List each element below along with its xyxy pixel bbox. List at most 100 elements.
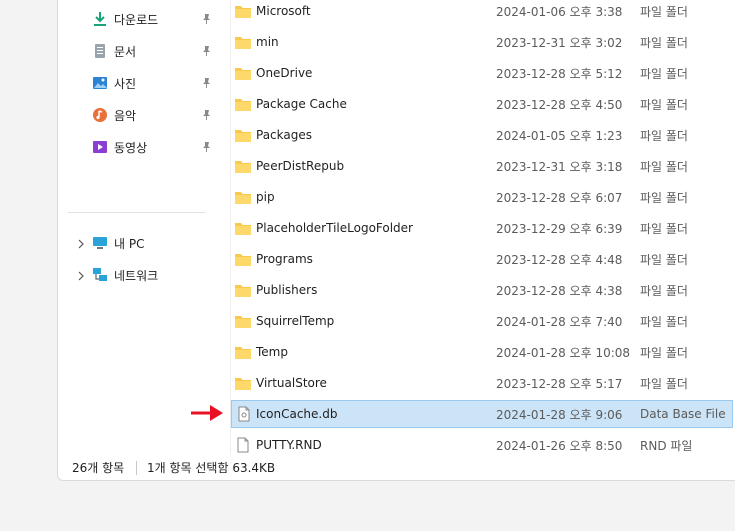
folder-icon (235, 129, 251, 142)
file-type: 파일 폴더 (640, 159, 688, 174)
sidebar-item-videos[interactable]: 동영상 (68, 135, 216, 159)
file-name: PlaceholderTileLogoFolder (256, 221, 413, 235)
file-type: 파일 폴더 (640, 190, 688, 205)
file-name: PUTTY.RND (256, 438, 322, 452)
table-row[interactable]: Microsoft 2024-01-06 오후 3:38 파일 폴더 (231, 0, 735, 25)
file-date: 2023-12-31 오후 3:18 (496, 159, 623, 174)
table-row-selected[interactable]: IconCache.db 2024-01-28 오후 9:06 Data Bas… (231, 400, 733, 428)
network-icon (92, 267, 108, 283)
file-type: 파일 폴더 (640, 66, 688, 81)
sidebar-item-label: 동영상 (114, 140, 148, 155)
file-date: 2023-12-28 오후 4:38 (496, 283, 623, 298)
file-type: 파일 폴더 (640, 252, 688, 267)
table-row[interactable]: SquirrelTemp 2024-01-28 오후 7:40 파일 폴더 (231, 307, 735, 335)
database-file-icon (236, 406, 252, 422)
file-list: Microsoft 2024-01-06 오후 3:38 파일 폴더 min 2… (231, 0, 735, 455)
sidebar-divider (68, 212, 206, 213)
pin-icon[interactable] (200, 45, 212, 57)
file-type: Data Base File (640, 407, 726, 421)
download-icon (92, 11, 108, 27)
file-type: 파일 폴더 (640, 221, 688, 236)
file-type: 파일 폴더 (640, 35, 688, 50)
folder-icon (235, 253, 251, 266)
red-arrow-icon (191, 405, 223, 421)
file-date: 2023-12-28 오후 4:48 (496, 252, 623, 267)
table-row[interactable]: OneDrive 2023-12-28 오후 5:12 파일 폴더 (231, 59, 735, 87)
table-row[interactable]: Publishers 2023-12-28 오후 4:38 파일 폴더 (231, 276, 735, 304)
sidebar-item-label: 다운로드 (114, 12, 159, 27)
folder-icon (235, 67, 251, 80)
file-name: VirtualStore (256, 376, 327, 390)
table-row[interactable]: Programs 2023-12-28 오후 4:48 파일 폴더 (231, 245, 735, 273)
file-date: 2024-01-28 오후 10:08 (496, 345, 631, 360)
status-divider (136, 461, 137, 475)
file-date: 2023-12-28 오후 6:07 (496, 190, 623, 205)
folder-icon (235, 222, 251, 235)
file-date: 2024-01-26 오후 8:50 (496, 438, 623, 453)
folder-icon (235, 160, 251, 173)
file-date: 2023-12-28 오후 5:17 (496, 376, 623, 391)
sidebar-item-label: 네트워크 (114, 268, 159, 283)
file-name: OneDrive (256, 66, 313, 80)
sidebar-item-network[interactable]: 네트워크 (68, 263, 216, 287)
status-bar: 26개 항목 1개 항목 선택함 63.4KB (58, 455, 735, 480)
sidebar-item-label: 내 PC (114, 236, 145, 251)
folder-icon (235, 98, 251, 111)
document-icon (92, 43, 108, 59)
file-date: 2024-01-05 오후 1:23 (496, 128, 623, 143)
file-name: Publishers (256, 283, 318, 297)
folder-icon (235, 191, 251, 204)
file-type: 파일 폴더 (640, 128, 688, 143)
pin-icon[interactable] (200, 77, 212, 89)
file-name: Temp (256, 345, 288, 359)
file-explorer-window: 다운로드 문서 사진 음악 동영상 내 PC 네트워크 Microsoft 20… (57, 0, 735, 481)
sidebar-item-label: 음악 (114, 108, 137, 123)
file-type: 파일 폴더 (640, 97, 688, 112)
table-row[interactable]: VirtualStore 2023-12-28 오후 5:17 파일 폴더 (231, 369, 735, 397)
table-row[interactable]: Package Cache 2023-12-28 오후 4:50 파일 폴더 (231, 90, 735, 118)
file-date: 2024-01-06 오후 3:38 (496, 4, 623, 19)
navigation-pane: 다운로드 문서 사진 음악 동영상 내 PC 네트워크 (58, 0, 218, 455)
table-row[interactable]: PlaceholderTileLogoFolder 2023-12-29 오후 … (231, 214, 735, 242)
table-row[interactable]: Temp 2024-01-28 오후 10:08 파일 폴더 (231, 338, 735, 366)
file-type: 파일 폴더 (640, 314, 688, 329)
video-icon (92, 139, 108, 155)
chevron-right-icon[interactable] (76, 270, 86, 281)
file-date: 2023-12-31 오후 3:02 (496, 35, 623, 50)
table-row[interactable]: PeerDistRepub 2023-12-31 오후 3:18 파일 폴더 (231, 152, 735, 180)
file-name: pip (256, 190, 275, 204)
sidebar-item-pictures[interactable]: 사진 (68, 71, 216, 95)
folder-icon (235, 5, 251, 18)
pin-icon[interactable] (200, 13, 212, 25)
pin-icon[interactable] (200, 141, 212, 153)
file-type: 파일 폴더 (640, 283, 688, 298)
file-date: 2023-12-28 오후 5:12 (496, 66, 623, 81)
pin-icon[interactable] (200, 109, 212, 121)
file-name: Microsoft (256, 4, 311, 18)
file-type: 파일 폴더 (640, 345, 688, 360)
file-name: min (256, 35, 279, 49)
file-date: 2023-12-29 오후 6:39 (496, 221, 623, 236)
file-name: Package Cache (256, 97, 347, 111)
chevron-right-icon[interactable] (76, 238, 86, 249)
folder-icon (235, 284, 251, 297)
sidebar-item-label: 문서 (114, 44, 137, 59)
folder-icon (235, 377, 251, 390)
sidebar-item-this-pc[interactable]: 내 PC (68, 231, 216, 255)
file-date: 2023-12-28 오후 4:50 (496, 97, 623, 112)
table-row[interactable]: pip 2023-12-28 오후 6:07 파일 폴더 (231, 183, 735, 211)
file-type: 파일 폴더 (640, 376, 688, 391)
this-pc-icon (92, 235, 108, 251)
file-icon (235, 437, 251, 453)
sidebar-item-documents[interactable]: 문서 (68, 39, 216, 63)
table-row[interactable]: min 2023-12-31 오후 3:02 파일 폴더 (231, 28, 735, 56)
file-name: SquirrelTemp (256, 314, 335, 328)
table-row[interactable]: Packages 2024-01-05 오후 1:23 파일 폴더 (231, 121, 735, 149)
sidebar-item-downloads[interactable]: 다운로드 (68, 7, 216, 31)
item-count: 26개 항목 (72, 461, 125, 475)
file-date: 2024-01-28 오후 9:06 (496, 407, 623, 422)
sidebar-item-music[interactable]: 음악 (68, 103, 216, 127)
file-type: 파일 폴더 (640, 4, 688, 19)
folder-icon (235, 36, 251, 49)
file-name: Packages (256, 128, 312, 142)
